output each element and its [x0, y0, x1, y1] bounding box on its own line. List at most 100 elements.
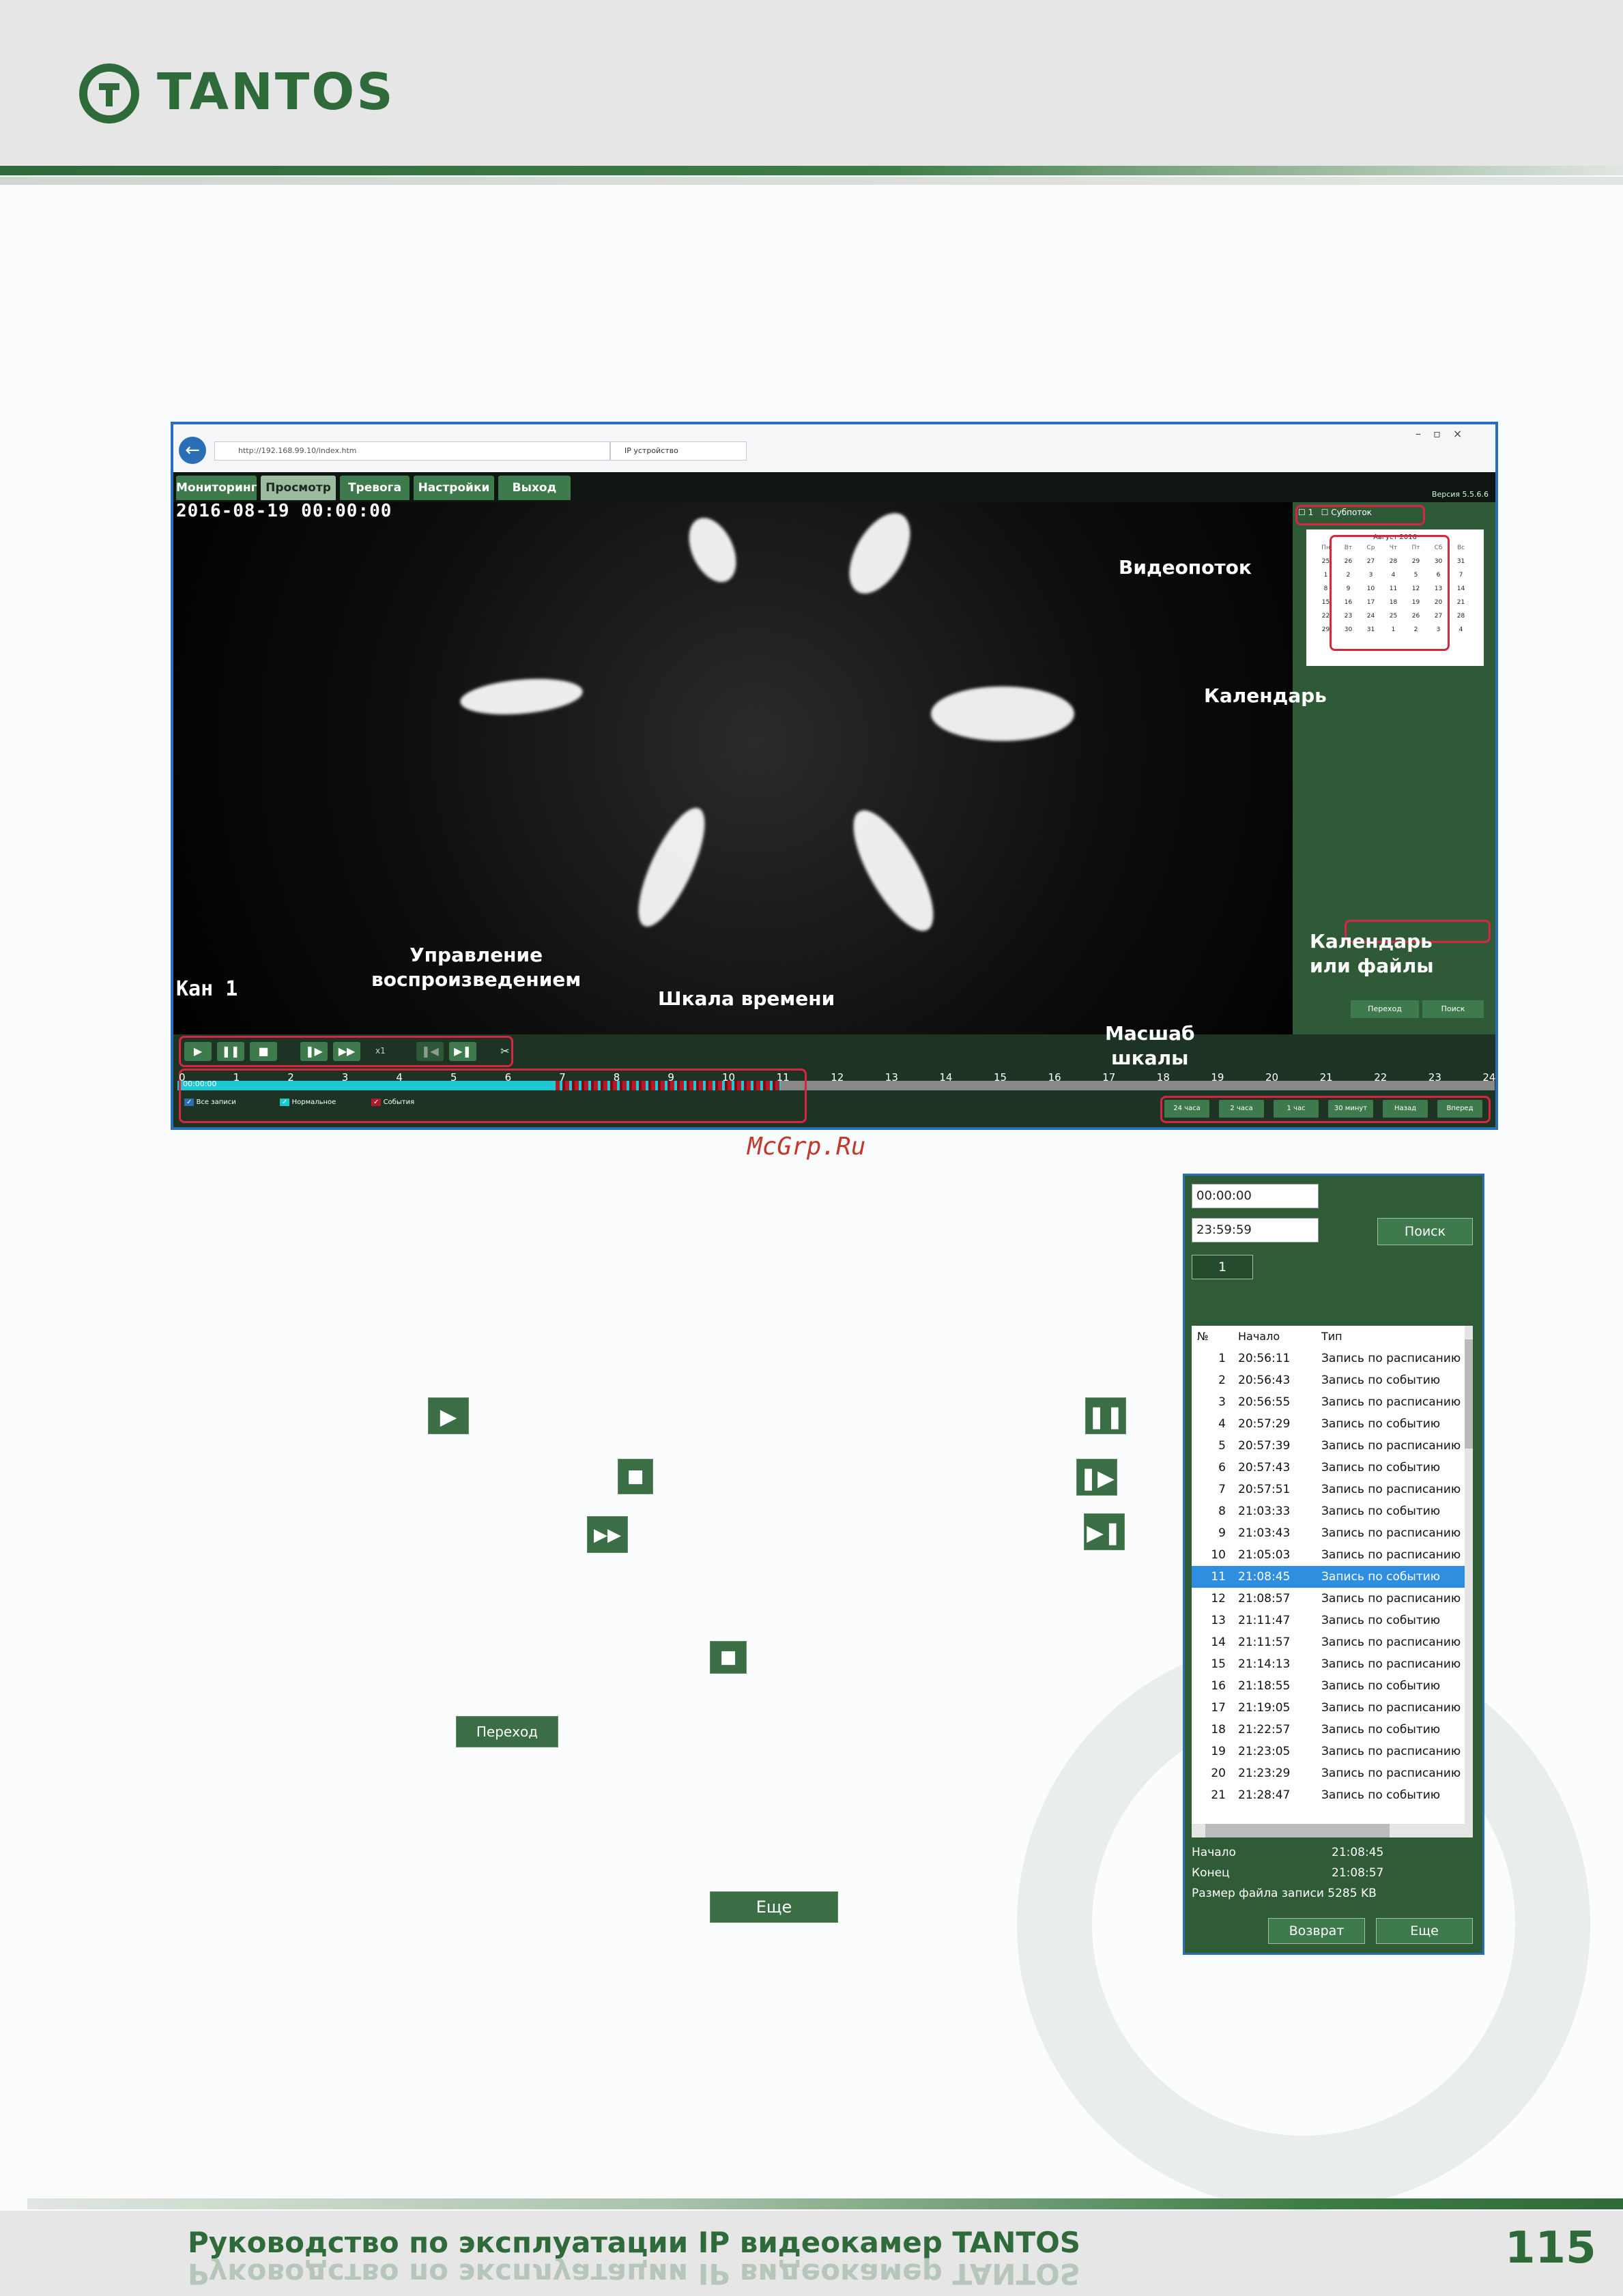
scrollbar-thumb[interactable] [1465, 1339, 1473, 1449]
highlight-playback [179, 1036, 513, 1067]
timeline-tick: 15 [994, 1071, 1007, 1084]
table-row[interactable]: 2 20:56:43 Запись по событию [1192, 1369, 1465, 1391]
timeline-tick: 0 [179, 1071, 186, 1084]
table-row[interactable]: 6 20:57:43 Запись по событию [1192, 1457, 1465, 1479]
timeline-tick: 22 [1374, 1071, 1388, 1084]
browser-tab[interactable]: IP устройство [610, 441, 747, 461]
pause-icon: ❚❚ [1085, 1397, 1126, 1434]
row-number: 21 [1211, 1788, 1226, 1802]
annotation-zoom: Масшаб шкалы [1105, 1022, 1195, 1069]
tab-alarm[interactable]: Тревога [340, 476, 410, 500]
scrollbar-thumb[interactable] [1205, 1824, 1390, 1837]
calendar-day[interactable]: 7 [1450, 572, 1472, 579]
table-row[interactable]: 10 21:05:03 Запись по расписанию [1192, 1544, 1465, 1566]
row-number: 13 [1211, 1614, 1226, 1627]
calendar-day[interactable]: 31 [1450, 558, 1472, 565]
row-start: 21:19:05 [1238, 1701, 1291, 1715]
timeline-tick: 9 [667, 1071, 674, 1084]
calendar-day[interactable]: 4 [1450, 626, 1472, 633]
row-start: 20:57:29 [1238, 1417, 1291, 1431]
return-button[interactable]: Возврат [1268, 1918, 1365, 1944]
calendar-day[interactable]: 28 [1450, 613, 1472, 620]
tab-playback[interactable]: Просмотр [261, 476, 336, 500]
table-row[interactable]: 7 20:57:51 Запись по расписанию [1192, 1479, 1465, 1500]
table-row[interactable]: 15 21:14:13 Запись по расписанию [1192, 1653, 1465, 1675]
table-row[interactable]: 3 20:56:55 Запись по расписанию [1192, 1391, 1465, 1413]
row-start: 21:05:03 [1238, 1548, 1291, 1562]
tab-exit[interactable]: Выход [498, 476, 571, 500]
annotation-stream: Видеопоток [1119, 556, 1252, 579]
row-type: Запись по событию [1321, 1461, 1441, 1474]
start-label: Начало [1192, 1846, 1236, 1859]
annotation-playback: Управление воспроизведением [371, 944, 581, 991]
horizontal-scrollbar[interactable] [1192, 1824, 1465, 1837]
table-row[interactable]: 17 21:19:05 Запись по расписанию [1192, 1697, 1465, 1719]
brand-logo: TANTOS [157, 63, 395, 121]
table-row[interactable]: 18 21:22:57 Запись по событию [1192, 1719, 1465, 1741]
row-number: 3 [1218, 1395, 1226, 1409]
table-row[interactable]: 13 21:11:47 Запись по событию [1192, 1610, 1465, 1631]
row-type: Запись по расписанию [1321, 1592, 1461, 1605]
table-row[interactable]: 19 21:23:05 Запись по расписанию [1192, 1741, 1465, 1762]
header-divider [0, 166, 1623, 175]
search-button[interactable]: Поиск [1377, 1218, 1473, 1245]
osd-datetime: 2016-08-19 00:00:00 [176, 501, 392, 521]
timeline-tick: 7 [559, 1071, 566, 1084]
calendar-day[interactable]: 21 [1450, 599, 1472, 606]
timeline-tick: 6 [504, 1071, 512, 1084]
back-arrow-icon[interactable]: ← [179, 437, 206, 464]
table-row[interactable]: 14 21:11:57 Запись по расписанию [1192, 1631, 1465, 1653]
timeline-tick: 18 [1156, 1071, 1170, 1084]
search-button[interactable]: Поиск [1422, 1000, 1484, 1018]
table-row[interactable]: 16 21:18:55 Запись по событию [1192, 1675, 1465, 1697]
tab-settings[interactable]: Настройки [414, 476, 494, 500]
stop-icon: ■ [618, 1459, 653, 1494]
page-number: 115 [1505, 2223, 1596, 2273]
window-controls-icon[interactable]: –▫× [1416, 427, 1474, 440]
row-type: Запись по событию [1321, 1570, 1441, 1584]
table-row[interactable]: 12 21:08:57 Запись по расписанию [1192, 1588, 1465, 1610]
table-row[interactable]: 11 21:08:45 Запись по событию [1192, 1566, 1465, 1588]
row-start: 21:03:33 [1238, 1505, 1291, 1518]
goto-button[interactable]: Переход [1351, 1000, 1419, 1018]
slow-play-icon: ❚▶ [1076, 1459, 1117, 1496]
annotation-calendar: Календарь [1204, 684, 1327, 707]
table-row[interactable]: 21 21:28:47 Запись по событию [1192, 1784, 1465, 1806]
table-row[interactable]: 20 21:23:29 Запись по расписанию [1192, 1762, 1465, 1784]
table-row[interactable]: 4 20:57:29 Запись по событию [1192, 1413, 1465, 1435]
light-blob [838, 799, 949, 942]
row-number: 16 [1211, 1679, 1226, 1693]
timeline-tick: 8 [613, 1071, 620, 1084]
header-divider-light [0, 177, 1623, 185]
row-number: 11 [1211, 1570, 1226, 1584]
page-button[interactable]: 1 [1192, 1255, 1253, 1279]
light-blob [679, 510, 746, 590]
row-number: 12 [1211, 1592, 1226, 1605]
browser-bar: ← http://192.168.99.10/index.htm IP устр… [173, 424, 1495, 472]
row-type: Запись по расписанию [1321, 1526, 1461, 1540]
timeline-tick: 24 [1482, 1071, 1496, 1084]
size-value: 5285 KB [1327, 1887, 1377, 1900]
table-row[interactable]: 8 21:03:33 Запись по событию [1192, 1500, 1465, 1522]
row-number: 8 [1218, 1505, 1226, 1518]
goto-button-sample: Переход [456, 1716, 558, 1747]
timeline-tick: 21 [1319, 1071, 1333, 1084]
row-number: 7 [1218, 1483, 1226, 1496]
tab-monitoring[interactable]: Мониторинг [176, 476, 257, 500]
table-row[interactable]: 1 20:56:11 Запись по расписанию [1192, 1348, 1465, 1369]
row-number: 10 [1211, 1548, 1226, 1562]
time-to-input[interactable]: 23:59:59 [1192, 1218, 1319, 1243]
table-row[interactable]: 9 21:03:43 Запись по расписанию [1192, 1522, 1465, 1544]
header-type: Тип [1321, 1330, 1342, 1343]
table-row[interactable]: 5 20:57:39 Запись по расписанию [1192, 1435, 1465, 1457]
file-table[interactable]: № Начало Тип 1 20:56:11 Запись по расписан… [1192, 1326, 1473, 1837]
time-from-input[interactable]: 00:00:00 [1192, 1184, 1319, 1208]
file-search-panel: 00:00:00 23:59:59 Поиск 1 № Начало Тип 1… [1183, 1174, 1484, 1955]
more-button[interactable]: Еще [1376, 1918, 1473, 1944]
calendar-day[interactable]: 14 [1450, 585, 1472, 592]
row-type: Запись по расписанию [1321, 1767, 1461, 1780]
version-label: Версия 5.5.6.6 [1431, 490, 1489, 499]
row-number: 1 [1218, 1352, 1226, 1365]
vertical-scrollbar[interactable] [1465, 1326, 1473, 1837]
address-field[interactable]: http://192.168.99.10/index.htm [214, 441, 610, 461]
